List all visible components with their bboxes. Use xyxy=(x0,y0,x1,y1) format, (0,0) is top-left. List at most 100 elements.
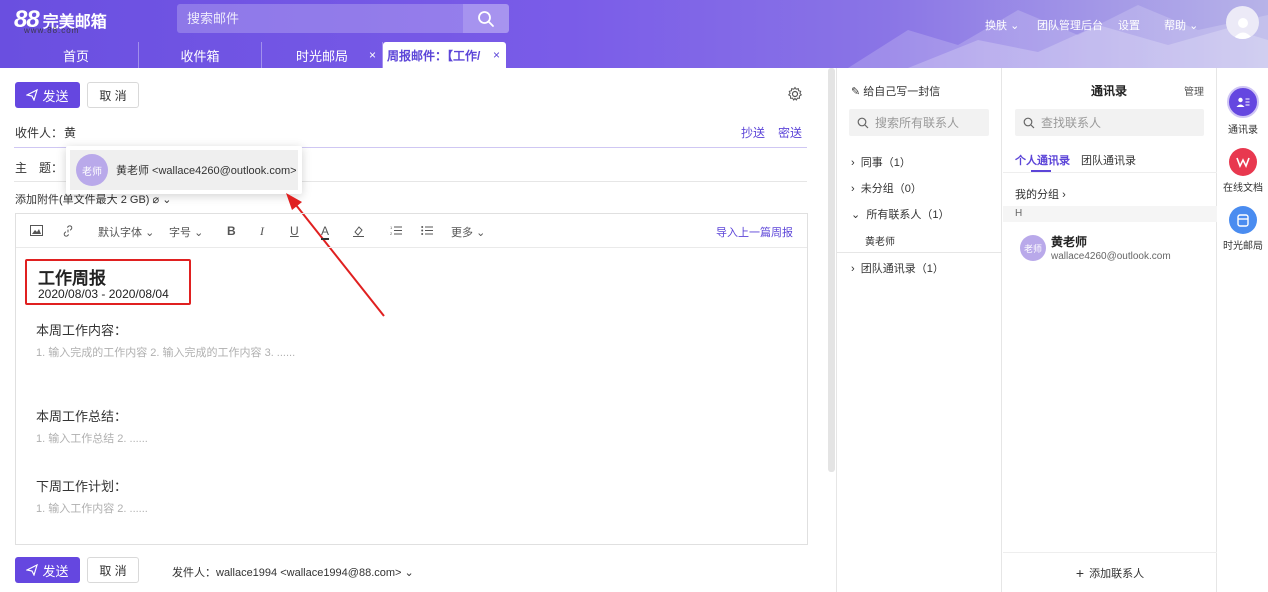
sidebar-item-time-post[interactable]: 时光邮局 xyxy=(1218,206,1268,252)
tab-personal-contacts[interactable]: 个人通讯录 xyxy=(1015,152,1070,168)
link-icon[interactable] xyxy=(62,225,74,237)
cancel-button-bottom[interactable]: 取 消 xyxy=(87,557,139,583)
ordered-list-icon[interactable]: 12 xyxy=(390,225,402,236)
import-last-report-link[interactable]: 导入上一篇周报 xyxy=(716,224,793,240)
manage-link[interactable]: 管理 xyxy=(1184,83,1204,98)
group-colleagues-label: 同事（1） xyxy=(860,157,911,169)
font-select-label: 默认字体 xyxy=(98,227,142,239)
svg-text:2: 2 xyxy=(390,231,393,236)
chevron-down-icon: ⌄ xyxy=(162,194,172,206)
sidebar-item-contacts[interactable]: 通讯录 xyxy=(1218,86,1268,136)
cc-link[interactable]: 抄送 xyxy=(741,124,765,141)
sender-select[interactable]: 发件人：wallace1994 <wallace1994@88.com> ⌄ xyxy=(172,564,414,580)
highlight-icon[interactable] xyxy=(352,225,365,237)
mail-editor[interactable]: 默认字体 ⌄ 字号 ⌄ B I U A 12 更多 ⌄ 导入上一篇周报 工作周报… xyxy=(15,213,808,545)
send-label: 发送 xyxy=(42,563,69,579)
avatar: 老师 xyxy=(76,154,108,186)
tab-weekly-report[interactable]: 周报邮件：【工作/ × xyxy=(383,42,506,68)
editor-toolbar: 默认字体 ⌄ 字号 ⌄ B I U A 12 更多 ⌄ 导入上一篇周报 xyxy=(16,214,807,248)
gear-icon[interactable] xyxy=(787,86,803,102)
chevron-down-icon: ⌄ xyxy=(1010,20,1020,32)
send-button-bottom[interactable]: 发送 xyxy=(15,557,80,583)
recipient-suggestion-item[interactable]: 老师 黄老师 <wallace4260@outlook.com> xyxy=(70,150,298,190)
underline-button[interactable]: U xyxy=(290,224,299,238)
search-icon xyxy=(857,117,869,128)
menu-team-admin[interactable]: 团队管理后台 xyxy=(1037,17,1103,33)
contact-name[interactable]: 黄老师 xyxy=(1051,233,1087,250)
image-icon[interactable] xyxy=(30,225,43,236)
chevron-down-icon: ⌄ xyxy=(476,227,486,239)
tab-inbox-label: 收件箱 xyxy=(180,48,220,64)
group-colleagues[interactable]: › 同事（1） xyxy=(851,154,911,170)
italic-button[interactable]: I xyxy=(260,224,264,239)
bullet-list-icon[interactable] xyxy=(421,225,433,236)
contacts-icon xyxy=(1227,86,1259,118)
avatar: 老师 xyxy=(1020,235,1046,261)
annotation-highlight-box xyxy=(25,259,191,305)
send-label: 发送 xyxy=(42,88,69,104)
hint-work-summary: 1. 输入工作总结 2. ...... xyxy=(36,433,148,445)
contact-search[interactable]: 查找联系人 xyxy=(1015,109,1204,136)
address-book-panel: 通讯录 管理 查找联系人 个人通讯录 团队通讯录 我的分组 › H 老师 黄老师… xyxy=(1003,68,1217,592)
address-book-title: 通讯录 xyxy=(1091,84,1128,98)
section-work-summary: 本周工作总结： xyxy=(36,409,128,424)
hint-work-content: 1. 输入完成的工作内容 2. 输入完成的工作内容 3. ...... xyxy=(36,347,296,359)
tabs-divider xyxy=(1003,172,1217,173)
header-mountain-decoration xyxy=(848,5,1268,68)
font-color-button[interactable]: A xyxy=(321,224,330,240)
add-contact-button[interactable]: + 添加联系人 xyxy=(1003,552,1217,592)
group-all-contacts-label: 所有联系人（1） xyxy=(866,209,950,221)
tab-time-post[interactable]: 时光邮局 × xyxy=(262,42,383,68)
user-avatar-icon xyxy=(1232,18,1253,39)
search-button[interactable] xyxy=(463,4,509,33)
chevron-right-icon: › xyxy=(1062,189,1066,201)
user-avatar[interactable] xyxy=(1226,6,1259,39)
to-input[interactable]: 黄 xyxy=(64,124,76,141)
chevron-down-icon: ⌄ xyxy=(194,227,204,239)
compose-scrollbar[interactable] xyxy=(828,68,835,472)
my-groups-link[interactable]: 我的分组 › xyxy=(1015,186,1066,202)
cancel-button[interactable]: 取 消 xyxy=(87,82,139,108)
pencil-icon: ✎ xyxy=(851,86,861,98)
menu-help[interactable]: 帮助 ⌄ xyxy=(1164,17,1198,33)
send-button[interactable]: 发送 xyxy=(15,82,80,108)
search-icon xyxy=(478,10,494,27)
send-icon xyxy=(26,89,39,101)
group-ungrouped[interactable]: › 未分组（0） xyxy=(851,180,922,196)
font-size-select[interactable]: 字号 ⌄ xyxy=(169,224,203,240)
plus-icon: + xyxy=(1075,564,1085,581)
menu-help-label: 帮助 xyxy=(1164,20,1186,32)
group-all-contacts[interactable]: ⌄ 所有联系人（1） xyxy=(851,206,949,222)
mail-search-input[interactable] xyxy=(177,4,463,33)
tab-team-contacts[interactable]: 团队通讯录 xyxy=(1081,152,1136,168)
chevron-down-icon: ⌄ xyxy=(145,227,155,239)
recipient-suggestion-dropdown: 老师 黄老师 <wallace4260@outlook.com> xyxy=(66,146,302,194)
tab-time-post-label: 时光邮局 xyxy=(295,48,348,64)
contact-email[interactable]: wallace4260@outlook.com xyxy=(1051,251,1171,262)
close-icon[interactable]: × xyxy=(490,48,500,62)
chevron-down-icon: ⌄ xyxy=(1189,20,1199,32)
contact-huang-teacher[interactable]: 黄老师 xyxy=(865,233,895,248)
tab-inbox[interactable]: 收件箱 xyxy=(139,42,262,68)
contact-groups-panel: ✎ 给自己写一封信 搜索所有联系人 › 同事（1） › 未分组（0） ⌄ 所有联… xyxy=(836,68,1002,592)
write-to-self-label: 给自己写一封信 xyxy=(863,86,941,98)
chevron-right-icon: › xyxy=(851,263,855,275)
more-button[interactable]: 更多 ⌄ xyxy=(451,224,485,240)
search-icon xyxy=(1023,117,1035,128)
all-contacts-search[interactable]: 搜索所有联系人 xyxy=(849,109,989,136)
chevron-down-icon: ⌄ xyxy=(851,209,861,221)
sidebar-item-online-docs[interactable]: 在线文档 xyxy=(1218,148,1268,194)
sidebar-item-time-post-label: 时光邮局 xyxy=(1223,241,1263,252)
group-team-contacts[interactable]: › 团队通讯录（1） xyxy=(851,260,944,276)
write-to-self-link[interactable]: ✎ 给自己写一封信 xyxy=(851,83,940,99)
bold-button[interactable]: B xyxy=(227,224,236,238)
tab-home[interactable]: 首页 xyxy=(14,42,139,68)
font-select[interactable]: 默认字体 ⌄ xyxy=(98,224,154,240)
close-icon[interactable]: × xyxy=(369,48,376,62)
bcc-link[interactable]: 密送 xyxy=(778,124,802,141)
mailbox-icon xyxy=(1229,206,1257,234)
menu-settings[interactable]: 设置 xyxy=(1118,17,1140,33)
attach-label: 添加附件(单文件最大 2 GB) xyxy=(15,194,150,206)
menu-skin[interactable]: 换肤 ⌄ xyxy=(985,17,1019,33)
to-label: 收件人： xyxy=(15,126,64,140)
